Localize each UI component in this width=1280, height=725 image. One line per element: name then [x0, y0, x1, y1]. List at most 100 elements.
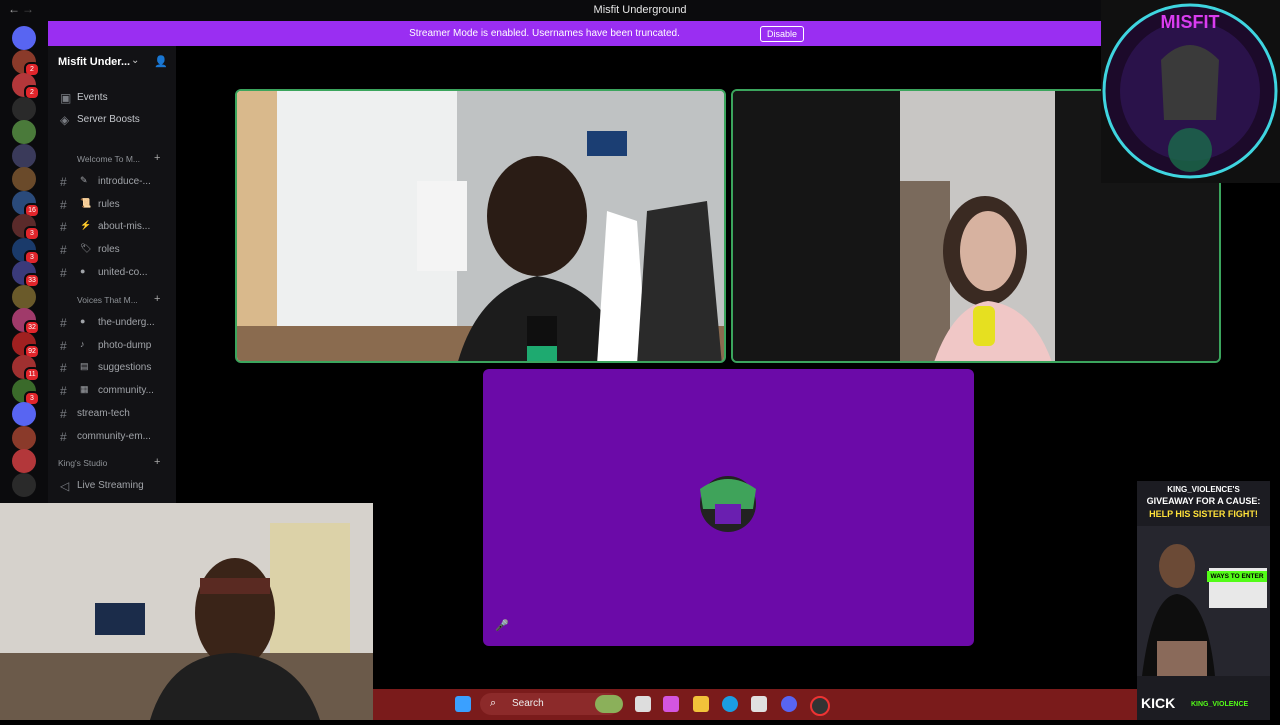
text-channel-icon: #: [60, 175, 67, 189]
server-icon[interactable]: [12, 120, 36, 144]
channel-emoji-icon: ✎: [80, 175, 88, 185]
copilot-icon[interactable]: [663, 696, 679, 712]
server-icon[interactable]: 32: [12, 308, 40, 335]
add-channel-icon[interactable]: +: [154, 456, 160, 468]
channel-item[interactable]: ◁ Live Streaming: [48, 476, 176, 496]
channel-item[interactable]: # 📜 rules: [48, 195, 176, 215]
channel-emoji-icon: ●: [80, 316, 86, 326]
category-header[interactable]: King's Studio +: [58, 456, 160, 468]
obs-icon[interactable]: [810, 696, 830, 716]
channel-label: photo-dump: [98, 339, 152, 351]
category-header[interactable]: Welcome To M... +: [58, 152, 160, 164]
activity-avatar: [700, 476, 756, 532]
server-icon[interactable]: [12, 96, 36, 121]
server-icon[interactable]: 3: [12, 214, 40, 241]
text-channel-icon: #: [60, 384, 67, 399]
add-channel-icon[interactable]: +: [154, 152, 160, 164]
channel-label: united-co...: [98, 266, 148, 278]
channel-item[interactable]: # ▦ community...: [48, 381, 176, 401]
voice-channel-icon: ◁: [60, 479, 70, 493]
poster-title-2: GIVEAWAY FOR A CAUSE:: [1146, 496, 1261, 506]
server-icon[interactable]: [12, 472, 36, 497]
channel-label: suggestions: [98, 362, 152, 374]
kick-logo: KICK: [1141, 695, 1176, 711]
mute-icon[interactable]: 🎤: [495, 619, 509, 632]
channel-item[interactable]: # ● united-co...: [48, 263, 176, 283]
calendar-icon: ▣: [60, 91, 72, 105]
server-icon[interactable]: 16: [12, 190, 40, 218]
sidebar-item-events[interactable]: ▣ Events: [48, 88, 176, 108]
channel-item[interactable]: # ⚡ about-mis...: [48, 217, 176, 237]
server-icon[interactable]: [12, 425, 36, 450]
text-channel-icon: #: [60, 429, 67, 444]
channel-emoji-icon: 📜: [80, 197, 92, 208]
chevron-down-icon[interactable]: ⌄: [131, 55, 139, 66]
task-view-icon[interactable]: [635, 696, 651, 712]
discord-icon[interactable]: [781, 696, 797, 712]
text-channel-icon: #: [60, 243, 67, 258]
channel-label: about-mis...: [98, 221, 151, 233]
weather-icon[interactable]: [595, 695, 623, 713]
channel-item[interactable]: # 🏷 roles: [48, 240, 176, 260]
category-name: Welcome To M...: [77, 154, 140, 164]
server-icon[interactable]: [12, 143, 36, 168]
server-icon[interactable]: [12, 284, 36, 309]
server-icon[interactable]: 92: [12, 331, 40, 359]
poster-title-3: HELP HIS SISTER FIGHT!: [1149, 509, 1258, 519]
text-channel-icon: #: [60, 220, 67, 235]
server-icon[interactable]: 2: [12, 73, 40, 100]
channel-item[interactable]: # ♪ photo-dump: [48, 336, 176, 356]
server-icon[interactable]: 11: [12, 355, 40, 382]
channel-label: Live Streaming: [77, 480, 144, 491]
text-channel-icon: #: [60, 338, 67, 353]
edge-icon[interactable]: [722, 696, 738, 712]
server-icon[interactable]: 33: [12, 261, 40, 288]
channel-item[interactable]: # ✎ introduce-...: [48, 172, 176, 192]
store-icon[interactable]: [751, 696, 767, 712]
text-channel-icon: #: [60, 316, 67, 330]
channel-emoji-icon: ▦: [80, 384, 89, 395]
channel-label: roles: [98, 244, 120, 256]
channel-item[interactable]: # community-em...: [48, 427, 176, 447]
start-icon[interactable]: [455, 696, 471, 712]
server-icon[interactable]: [12, 167, 36, 191]
sidebar-item-label: Server Boosts: [77, 114, 140, 125]
poster-photo: [1137, 526, 1270, 676]
channel-label: stream-tech: [77, 407, 130, 419]
discord-home-icon[interactable]: [12, 26, 36, 50]
add-channel-icon[interactable]: +: [154, 293, 160, 305]
server-icon[interactable]: 3: [12, 378, 40, 406]
search-icon: ⌕: [490, 697, 497, 709]
channel-sidebar: Misfit Under... ⌄ 👤 ▣ Events ◈ Server Boost…: [48, 46, 176, 503]
disable-button[interactable]: Disable: [760, 26, 805, 42]
text-channel-icon: #: [60, 406, 67, 421]
server-icon[interactable]: [12, 449, 36, 473]
server-icon[interactable]: 2: [12, 49, 40, 77]
window-title: Misfit Underground: [593, 4, 687, 16]
poster-handle: KING_VIOLENCE: [1191, 701, 1249, 708]
category-header[interactable]: Voices That M... +: [58, 293, 160, 305]
server-rail: 2 2 16 3 3 33 32 92 11 3: [0, 21, 48, 503]
channel-label: introduce-...: [98, 176, 151, 187]
video-tile-participant-1[interactable]: [235, 89, 726, 363]
poster-title-1: KING_VIOLENCE'S: [1167, 485, 1240, 494]
text-channel-icon: #: [60, 197, 67, 212]
sidebar-item-server-boosts[interactable]: ◈ Server Boosts: [48, 110, 176, 130]
activity-tile[interactable]: 🎤: [483, 369, 974, 646]
add-member-icon[interactable]: 👤: [154, 55, 168, 68]
channel-logo-overlay: MISFIT: [1101, 0, 1280, 183]
window-titlebar: ← → Misfit Underground: [0, 0, 1280, 21]
channel-label: community...: [98, 385, 154, 397]
server-icon[interactable]: 3: [12, 237, 40, 265]
server-icon[interactable]: [12, 402, 36, 426]
server-name[interactable]: Misfit Under...: [58, 56, 130, 68]
text-channel-icon: #: [60, 265, 67, 280]
category-name: Voices That M...: [77, 295, 138, 305]
channel-item[interactable]: # ▤ suggestions: [48, 358, 176, 378]
channel-item[interactable]: # ● the-underg...: [48, 313, 176, 333]
logo-text: MISFIT: [1161, 12, 1220, 32]
search-label: Search: [512, 698, 544, 709]
file-explorer-icon[interactable]: [693, 696, 709, 712]
streamer-webcam-overlay: [0, 503, 373, 720]
channel-item[interactable]: # stream-tech: [48, 404, 176, 424]
